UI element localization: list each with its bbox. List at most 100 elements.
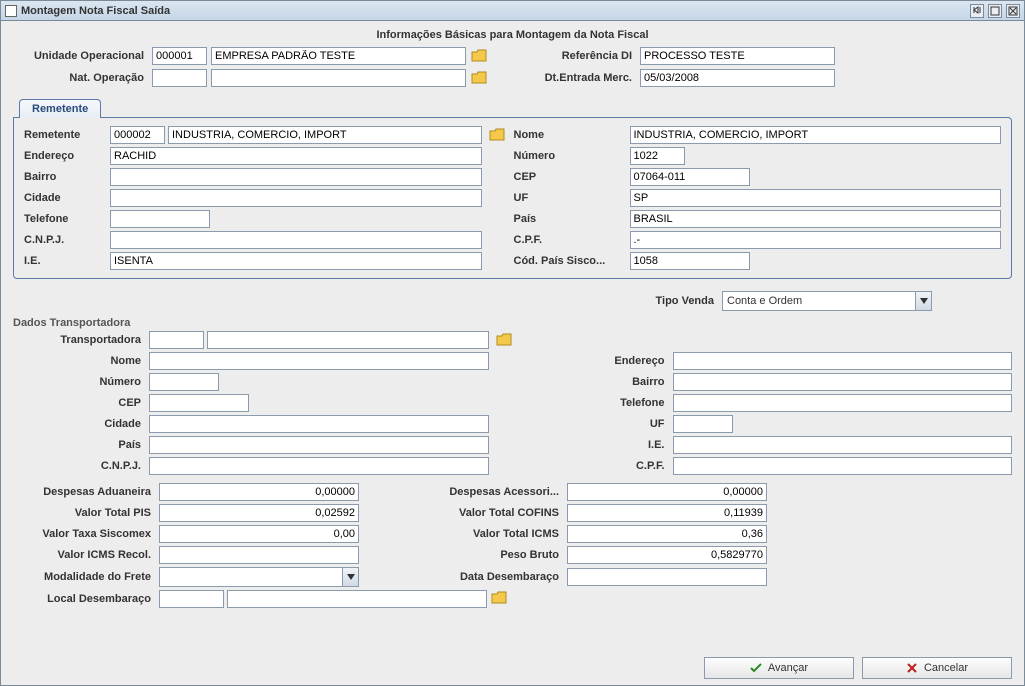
desp-aduaneira-input[interactable] — [159, 483, 359, 501]
uf-input[interactable] — [630, 189, 1002, 207]
trans-cpf-input[interactable] — [673, 457, 1013, 475]
ref-di-label: Referência DI — [536, 50, 636, 62]
remetente-desc-input[interactable] — [168, 126, 482, 144]
ref-di-input[interactable] — [640, 47, 835, 65]
modalidade-select[interactable] — [159, 567, 359, 587]
nat-op-code-input[interactable] — [152, 69, 207, 87]
pais-input[interactable] — [630, 210, 1002, 228]
trans-pais-input[interactable] — [149, 436, 489, 454]
titlebar: Montagem Nota Fiscal Saída — [1, 1, 1024, 21]
trans-telefone-input[interactable] — [673, 394, 1013, 412]
cnpj-label: C.N.P.J. — [24, 234, 104, 246]
trans-cidade-label: Cidade — [13, 418, 143, 430]
numero-label: Número — [514, 150, 624, 162]
cidade-input[interactable] — [110, 189, 482, 207]
maximize-button[interactable] — [988, 4, 1002, 18]
trans-cep-input[interactable] — [149, 394, 249, 412]
icms-recol-label: Valor ICMS Recol. — [13, 549, 153, 561]
cancelar-label: Cancelar — [924, 662, 968, 674]
transportadora-label: Transportadora — [13, 334, 143, 346]
transportadora-desc-input[interactable] — [207, 331, 489, 349]
trans-nome-input[interactable] — [149, 352, 489, 370]
valor-cofins-label: Valor Total COFINS — [411, 507, 561, 519]
cod-pais-label: Cód. País Sisco... — [514, 255, 624, 267]
tipo-venda-select[interactable]: Conta e Ordem — [722, 291, 932, 311]
numero-input[interactable] — [630, 147, 685, 165]
nome-input[interactable] — [630, 126, 1002, 144]
nat-op-lookup-icon[interactable] — [470, 70, 488, 86]
cep-input[interactable] — [630, 168, 750, 186]
remetente-label: Remetente — [24, 129, 104, 141]
peso-bruto-input[interactable] — [567, 546, 767, 564]
valor-pis-label: Valor Total PIS — [13, 507, 153, 519]
nat-op-desc-input[interactable] — [211, 69, 466, 87]
local-desemb-code-input[interactable] — [159, 590, 224, 608]
trans-endereco-input[interactable] — [673, 352, 1013, 370]
trans-ie-input[interactable] — [673, 436, 1013, 454]
local-desemb-label: Local Desembaraço — [13, 593, 153, 605]
avancar-button[interactable]: Avançar — [704, 657, 854, 679]
avancar-label: Avançar — [768, 662, 808, 674]
unidade-lookup-icon[interactable] — [470, 48, 488, 64]
trans-numero-input[interactable] — [149, 373, 219, 391]
data-desemb-input[interactable] — [567, 568, 767, 586]
ie-input[interactable] — [110, 252, 482, 270]
taxa-siscomex-input[interactable] — [159, 525, 359, 543]
remetente-lookup-icon[interactable] — [488, 127, 506, 143]
trans-uf-input[interactable] — [673, 415, 733, 433]
window-title: Montagem Nota Fiscal Saída — [21, 5, 170, 17]
valor-cofins-input[interactable] — [567, 504, 767, 522]
desp-acessoria-label: Despesas Acessori... — [411, 486, 561, 498]
chevron-down-icon — [342, 568, 358, 586]
pais-label: País — [514, 213, 624, 225]
cod-pais-input[interactable] — [630, 252, 750, 270]
valor-icms-input[interactable] — [567, 525, 767, 543]
peso-bruto-label: Peso Bruto — [411, 549, 561, 561]
trans-bairro-label: Bairro — [557, 376, 667, 388]
window-icon — [5, 5, 17, 17]
trans-ie-label: I.E. — [557, 439, 667, 451]
cpf-label: C.P.F. — [514, 234, 624, 246]
cpf-input[interactable] — [630, 231, 1002, 249]
unidade-code-input[interactable] — [152, 47, 207, 65]
endereco-label: Endereço — [24, 150, 104, 162]
nat-op-label: Nat. Operação — [13, 72, 148, 84]
remetente-panel: Remetente Nome Endereço Número — [13, 117, 1012, 279]
ie-label: I.E. — [24, 255, 104, 267]
bairro-input[interactable] — [110, 168, 482, 186]
close-button[interactable] — [1006, 4, 1020, 18]
unidade-label: Unidade Operacional — [13, 50, 148, 62]
endereco-input[interactable] — [110, 147, 482, 165]
bairro-label: Bairro — [24, 171, 104, 183]
footer: Avançar Cancelar — [1, 651, 1024, 685]
trans-cep-label: CEP — [13, 397, 143, 409]
trans-cnpj-input[interactable] — [149, 457, 489, 475]
desp-acessoria-input[interactable] — [567, 483, 767, 501]
data-desemb-label: Data Desembaraço — [411, 571, 561, 583]
dt-entrada-input[interactable] — [640, 69, 835, 87]
valor-pis-input[interactable] — [159, 504, 359, 522]
local-desemb-desc-input[interactable] — [227, 590, 487, 608]
trans-uf-label: UF — [557, 418, 667, 430]
minimize-button[interactable] — [970, 4, 984, 18]
cnpj-input[interactable] — [110, 231, 482, 249]
transportadora-lookup-icon[interactable] — [495, 332, 513, 348]
transportadora-code-input[interactable] — [149, 331, 204, 349]
remetente-code-input[interactable] — [110, 126, 165, 144]
icms-recol-input[interactable] — [159, 546, 359, 564]
trans-bairro-input[interactable] — [673, 373, 1013, 391]
nome-label: Nome — [514, 129, 624, 141]
valor-icms-label: Valor Total ICMS — [411, 528, 561, 540]
cancelar-button[interactable]: Cancelar — [862, 657, 1012, 679]
uf-label: UF — [514, 192, 624, 204]
local-desemb-lookup-icon[interactable] — [490, 590, 508, 606]
check-icon — [750, 662, 762, 674]
tab-remetente[interactable]: Remetente — [19, 99, 101, 118]
window: Montagem Nota Fiscal Saída Informações B… — [0, 0, 1025, 686]
unidade-desc-input[interactable] — [211, 47, 466, 65]
section-title: Informações Básicas para Montagem da Not… — [13, 29, 1012, 41]
trans-cidade-input[interactable] — [149, 415, 489, 433]
telefone-input[interactable] — [110, 210, 210, 228]
desp-aduaneira-label: Despesas Aduaneira — [13, 486, 153, 498]
transportadora-section: Dados Transportadora — [13, 317, 1012, 329]
